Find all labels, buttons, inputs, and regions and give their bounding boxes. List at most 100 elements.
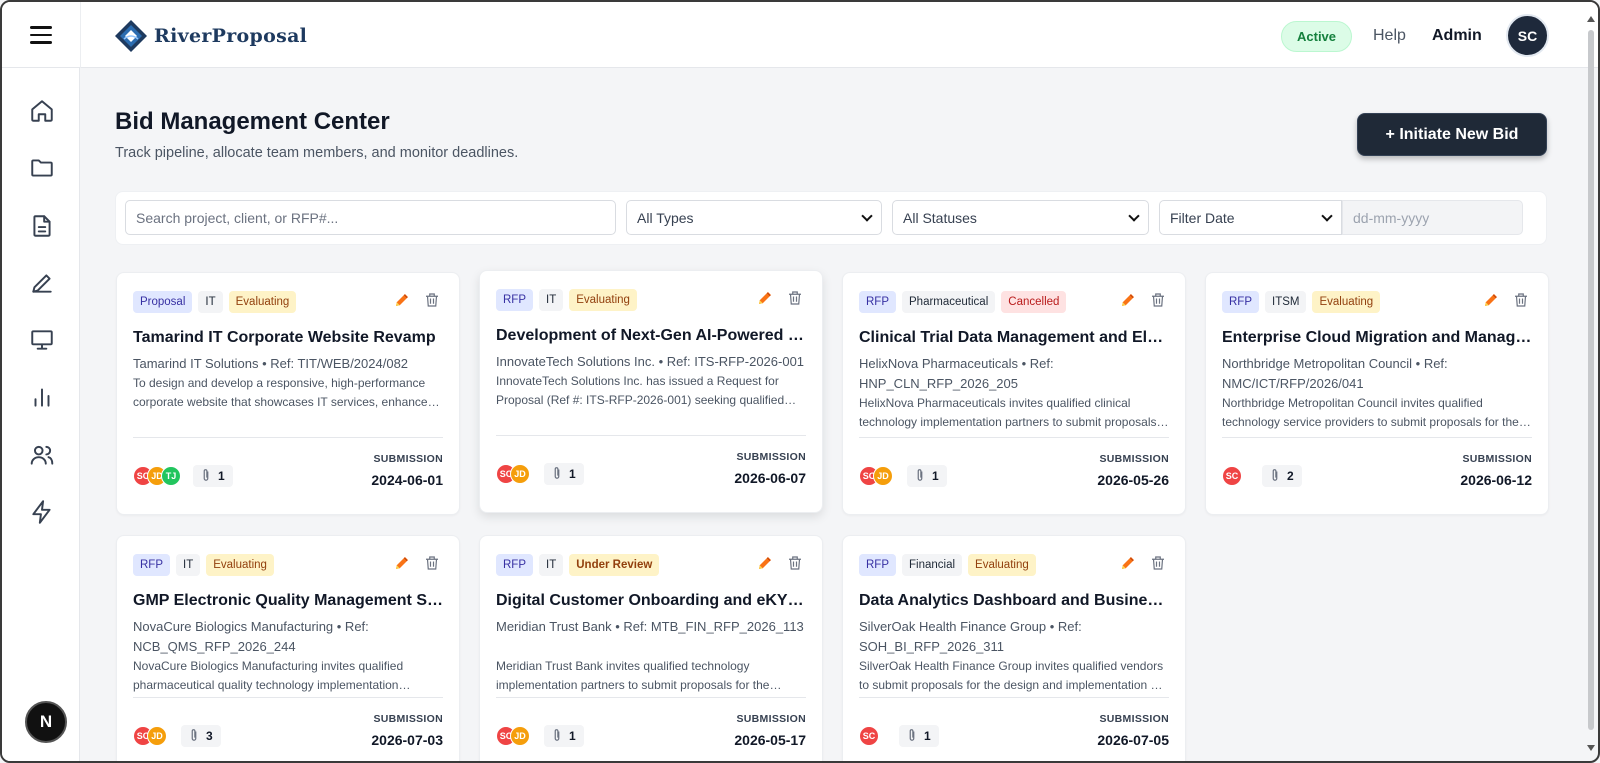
- bid-title[interactable]: GMP Electronic Quality Management System: [133, 592, 443, 610]
- member-avatar[interactable]: JD: [510, 464, 530, 484]
- lightning-icon[interactable]: [29, 499, 55, 525]
- bid-card[interactable]: Proposal IT Evaluating Tamarind IT Corpo…: [116, 272, 460, 515]
- date-input[interactable]: dd-mm-yyyy: [1342, 200, 1523, 235]
- scroll-down-arrow-icon[interactable]: [1587, 745, 1595, 751]
- attachment-count[interactable]: 1: [193, 465, 233, 487]
- edit-pencil-icon[interactable]: [756, 289, 774, 312]
- edit-pencil-icon[interactable]: [1482, 291, 1500, 314]
- status-filter-select[interactable]: All Statuses: [892, 200, 1149, 235]
- bid-description: InnovateTech Solutions Inc. has issued a…: [496, 374, 785, 407]
- dev-tools-badge[interactable]: N: [25, 701, 67, 743]
- team-avatars: SC JD: [859, 466, 893, 486]
- bar-chart-icon[interactable]: [29, 384, 55, 410]
- bid-card[interactable]: RFP Pharmaceutical Cancelled Clinical Tr…: [842, 272, 1186, 515]
- top-bar: RiverProposal Active Help Admin SC: [2, 2, 1598, 68]
- bid-title[interactable]: Clinical Trial Data Management and Elect…: [859, 329, 1169, 347]
- delete-trash-icon[interactable]: [786, 289, 804, 312]
- bid-card[interactable]: RFP ITSM Evaluating Enterprise Cloud Mig…: [1205, 272, 1549, 515]
- delete-trash-icon[interactable]: [423, 554, 441, 577]
- edit-pencil-icon[interactable]: [756, 554, 774, 577]
- bid-title[interactable]: Development of Next-Gen AI-Powered Platf…: [496, 327, 806, 345]
- delete-trash-icon[interactable]: [1149, 291, 1167, 314]
- member-avatar[interactable]: TJ: [161, 466, 181, 486]
- menu-icon[interactable]: [30, 26, 52, 44]
- user-avatar[interactable]: SC: [1506, 14, 1549, 57]
- doc-type-tag: RFP: [859, 554, 896, 576]
- monitor-icon[interactable]: [29, 327, 55, 353]
- bid-client-ref: InnovateTech Solutions Inc. • Ref: ITS-R…: [496, 354, 805, 369]
- scrollbar[interactable]: [1586, 10, 1596, 755]
- card-actions: [1119, 554, 1167, 577]
- scroll-up-arrow-icon[interactable]: [1587, 16, 1595, 22]
- member-avatar[interactable]: JD: [147, 726, 167, 746]
- card-actions: [756, 289, 804, 312]
- category-tag: IT: [539, 554, 564, 576]
- member-avatar[interactable]: JD: [873, 466, 893, 486]
- submission-label: SUBMISSION: [373, 453, 443, 465]
- date-filter-value: Filter Date: [1170, 209, 1235, 226]
- edit-pencil-icon[interactable]: [1119, 554, 1137, 577]
- submission-date: 2026-06-07: [734, 470, 806, 486]
- bid-title[interactable]: Digital Customer Onboarding and eKYC Pla…: [496, 592, 806, 610]
- type-filter-value: All Types: [637, 209, 694, 226]
- delete-trash-icon[interactable]: [1149, 554, 1167, 577]
- team-avatars: SC JD: [496, 464, 530, 484]
- bid-description: SilverOak Health Finance Group invites q…: [859, 659, 1164, 692]
- paperclip-icon: [915, 468, 925, 485]
- edit-pencil-icon[interactable]: [1119, 291, 1137, 314]
- bid-card[interactable]: RFP IT Under Review Digital Customer Onb…: [479, 535, 823, 761]
- pen-icon[interactable]: [29, 270, 55, 296]
- attachment-count[interactable]: 2: [1262, 465, 1302, 487]
- status-badge: Active: [1281, 21, 1353, 52]
- paperclip-icon: [201, 468, 211, 485]
- edit-pencil-icon[interactable]: [393, 291, 411, 314]
- attachment-count[interactable]: 1: [544, 463, 584, 485]
- home-icon[interactable]: [29, 98, 55, 124]
- status-tag: Evaluating: [206, 554, 274, 576]
- status-tag: Evaluating: [968, 554, 1036, 576]
- bid-title[interactable]: Enterprise Cloud Migration and Managed S…: [1222, 329, 1532, 347]
- attachment-count[interactable]: 1: [544, 725, 584, 747]
- doc-type-tag: Proposal: [133, 291, 193, 313]
- search-input[interactable]: Search project, client, or RFP#...: [125, 200, 616, 235]
- tag-list: RFP ITSM Evaluating: [1222, 291, 1381, 313]
- bid-title[interactable]: Data Analytics Dashboard and Business In…: [859, 592, 1169, 610]
- attachment-count-value: 1: [932, 469, 939, 483]
- help-link[interactable]: Help: [1373, 27, 1406, 45]
- attachment-count[interactable]: 3: [181, 725, 221, 747]
- attachment-count[interactable]: 1: [899, 725, 939, 747]
- bid-card[interactable]: RFP Financial Evaluating Data Analytics …: [842, 535, 1186, 761]
- status-tag: Evaluating: [569, 289, 637, 311]
- type-filter-select[interactable]: All Types: [626, 200, 882, 235]
- bid-description: Meridian Trust Bank invites qualified te…: [496, 659, 770, 692]
- scroll-thumb[interactable]: [1588, 30, 1594, 730]
- folder-icon[interactable]: [29, 155, 55, 181]
- document-icon[interactable]: [29, 213, 55, 239]
- member-avatar[interactable]: SC: [859, 726, 879, 746]
- paperclip-icon: [189, 728, 199, 745]
- initiate-new-bid-button[interactable]: + Initiate New Bid: [1357, 113, 1547, 156]
- divider: [1222, 437, 1532, 438]
- doc-type-tag: RFP: [1222, 291, 1259, 313]
- delete-trash-icon[interactable]: [786, 554, 804, 577]
- bid-client-ref: HelixNova Pharmaceuticals • Ref: HNP_CLN…: [859, 356, 1054, 391]
- bid-card[interactable]: RFP IT Evaluating GMP Electronic Quality…: [116, 535, 460, 761]
- submission-label: SUBMISSION: [1462, 453, 1532, 465]
- submission-label: SUBMISSION: [1099, 453, 1169, 465]
- member-avatar[interactable]: JD: [510, 726, 530, 746]
- delete-trash-icon[interactable]: [1512, 291, 1530, 314]
- delete-trash-icon[interactable]: [423, 291, 441, 314]
- doc-type-tag: RFP: [496, 289, 533, 311]
- status-tag: Evaluating: [228, 291, 297, 313]
- member-avatar[interactable]: SC: [1222, 466, 1242, 486]
- edit-pencil-icon[interactable]: [393, 554, 411, 577]
- attachment-count-value: 3: [206, 729, 213, 743]
- brand-logo[interactable]: RiverProposal: [114, 19, 307, 53]
- attachment-count[interactable]: 1: [907, 465, 947, 487]
- bid-card[interactable]: RFP IT Evaluating Development of Next-Ge…: [479, 270, 823, 513]
- users-icon[interactable]: [29, 442, 55, 468]
- date-filter-select[interactable]: Filter Date: [1159, 200, 1342, 235]
- team-avatars: SC JD: [133, 726, 167, 746]
- bid-title[interactable]: Tamarind IT Corporate Website Revamp: [133, 329, 443, 347]
- category-tag: ITSM: [1265, 291, 1307, 313]
